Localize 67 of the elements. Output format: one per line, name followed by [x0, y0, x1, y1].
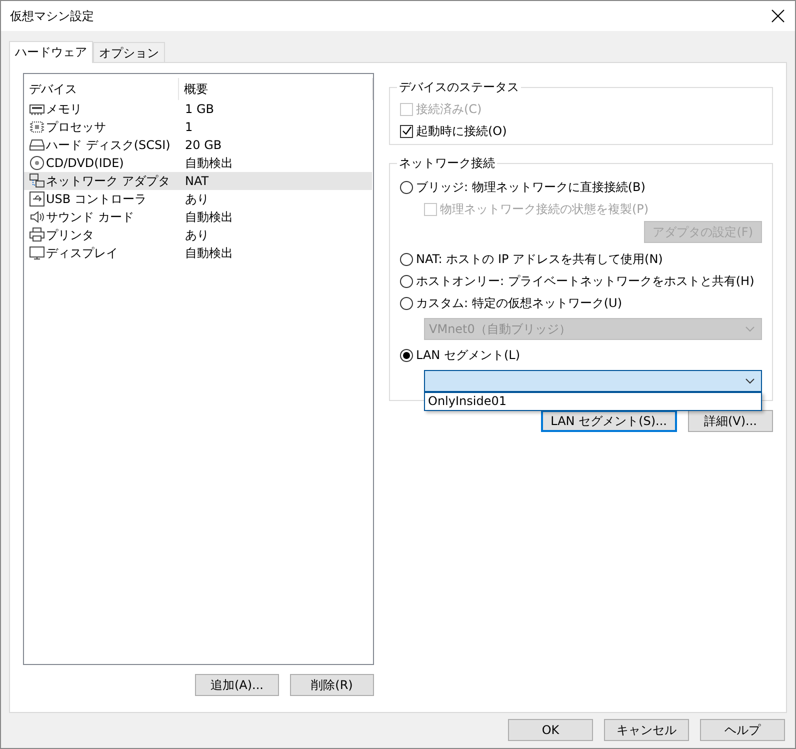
tab[interactable]: ハードウェア [9, 41, 93, 63]
display-icon [29, 245, 45, 261]
device-name: メモリ [46, 100, 82, 118]
device-name: プリンタ [46, 226, 94, 244]
cd-icon [29, 155, 45, 171]
device-row[interactable]: ハード ディスク(SCSI) 20 GB [24, 136, 372, 154]
caret-icon [745, 326, 755, 332]
checkbox-label: 起動時に接続(O) [416, 122, 507, 140]
device-name: CD/DVD(IDE) [46, 156, 124, 170]
radio-button[interactable] [400, 296, 413, 310]
device-summary: 自動検出 [184, 244, 234, 262]
device-row[interactable]: プロセッサ 1 [24, 118, 372, 136]
radio-button[interactable] [400, 252, 413, 266]
device-summary: あり [184, 226, 210, 244]
dropdown-value: VMnet0（自動ブリッジ） [429, 320, 571, 338]
dialog-button[interactable]: OK [508, 719, 593, 741]
column-header[interactable]: デバイス [24, 78, 179, 100]
device-row[interactable]: ディスプレイ 自動検出 [24, 244, 372, 262]
device-name: ディスプレイ [46, 244, 118, 262]
dialog-button[interactable]: LAN セグメント(S)... [540, 410, 677, 432]
device-summary: あり [184, 190, 210, 208]
close-icon[interactable] [771, 9, 785, 23]
device-summary: 自動検出 [184, 208, 234, 226]
radio-label: NAT: ホストの IP アドレスを共有して使用(N) [416, 250, 663, 268]
device-summary: 自動検出 [184, 154, 234, 172]
device-name: サウンド カード [46, 208, 134, 226]
dialog-button[interactable]: 追加(A)... [195, 674, 279, 696]
device-name: プロセッサ [46, 118, 106, 136]
radio-label: ホストオンリー: プライベートネットワークをホストと共有(H) [416, 272, 754, 290]
sound-icon [29, 209, 45, 225]
checkbox-label: 接続済み(C) [416, 100, 482, 118]
printer-icon [29, 227, 45, 243]
device-summary: 1 GB [184, 102, 215, 116]
dropdown-option[interactable]: OnlyInside01 [425, 393, 761, 410]
column-header[interactable]: 概要 [179, 78, 373, 100]
device-row[interactable]: サウンド カード 自動検出 [24, 208, 372, 226]
device-row[interactable]: ネットワーク アダプタ NAT [24, 172, 372, 190]
network-icon [29, 173, 45, 189]
device-row[interactable]: CD/DVD(IDE) 自動検出 [24, 154, 372, 172]
usb-icon [29, 191, 45, 207]
radio-button[interactable] [400, 274, 413, 288]
device-row[interactable]: USB コントローラ あり [24, 190, 372, 208]
device-name: ネットワーク アダプタ [46, 172, 170, 190]
window-title: 仮想マシン設定 [10, 8, 94, 24]
radio-button[interactable] [400, 180, 413, 194]
device-row[interactable]: プリンタ あり [24, 226, 372, 244]
group-title: ネットワーク接続 [398, 155, 496, 172]
group-title: デバイスのステータス [398, 79, 520, 96]
radio-label: ブリッジ: 物理ネットワークに直接接続(B) [416, 178, 646, 196]
device-summary: 1 [184, 120, 194, 134]
caret-icon [745, 378, 755, 384]
device-name: ハード ディスク(SCSI) [46, 136, 170, 154]
device-name: USB コントローラ [46, 190, 146, 208]
checkbox-label: 物理ネットワーク接続の状態を複製(P) [440, 200, 649, 218]
radio-label: LAN セグメント(L) [416, 346, 520, 364]
device-summary: 20 GB [184, 138, 223, 152]
dialog-button[interactable]: ヘルプ [700, 719, 785, 741]
processor-icon [29, 119, 45, 135]
device-row[interactable]: メモリ 1 GB [24, 100, 372, 118]
dialog-button[interactable]: 削除(R) [290, 674, 374, 696]
checkbox[interactable] [400, 124, 413, 138]
device-summary: NAT [184, 174, 210, 188]
dialog-button[interactable]: キャンセル [604, 719, 689, 741]
radio-button[interactable] [400, 348, 413, 362]
dialog-button[interactable]: 詳細(V)... [688, 410, 773, 432]
radio-label: カスタム: 特定の仮想ネットワーク(U) [416, 294, 622, 312]
tab[interactable]: オプション [93, 42, 165, 62]
